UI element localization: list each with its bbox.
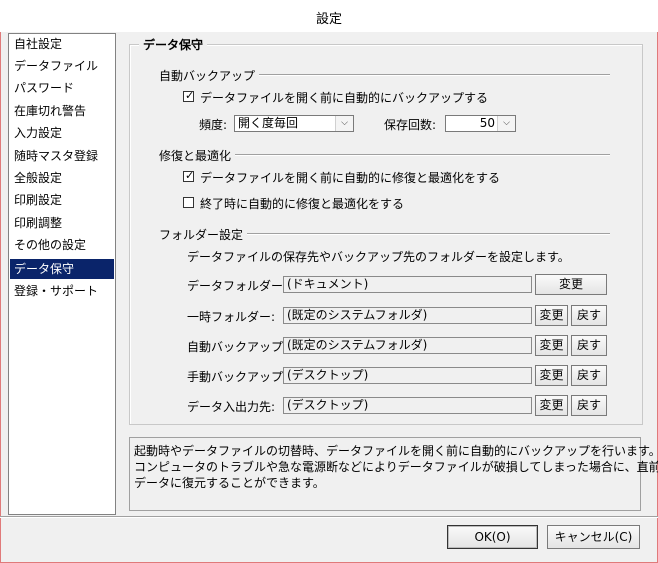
repair-before-open-label: データファイルを開く前に自動的に修復と最適化をする [200,171,501,185]
sidebar-item-print[interactable]: 印刷設定 [10,190,114,210]
data-folder-change-button[interactable]: 変更 [535,274,607,295]
section-auto-backup: 自動バックアップ [159,67,260,84]
sidebar-item-registration[interactable]: 登録・サポート [10,281,114,301]
sidebar-item-master[interactable]: 随時マスタ登録 [10,146,114,166]
chevron-down-icon[interactable]: ⌵ [335,116,353,131]
data-folder-path: (ドキュメント) [283,276,532,293]
cancel-button[interactable]: キャンセル(C) [547,525,640,549]
check-icon: ✓ [185,89,195,102]
manual-backup-folder-reset-button[interactable]: 戻す [571,365,607,386]
sidebar-item-company[interactable]: 自社設定 [10,34,114,54]
auto-backup-folder-reset-button[interactable]: 戻す [571,335,607,356]
retain-count-value: 50 [479,116,495,130]
help-text-line: コンピュータのトラブルや急な電源断などによりデータファイルが破損してしまった場合… [134,460,658,474]
data-io-folder-change-button[interactable]: 変更 [535,395,568,416]
temp-folder-path: (既定のシステムフォルダ) [283,307,532,324]
frequency-label: 頻度: [199,118,228,132]
sidebar-item-input[interactable]: 入力設定 [10,123,114,143]
manual-backup-folder-label: 手動バックアップ: [187,370,288,384]
sidebar-item-stock-warning[interactable]: 在庫切れ警告 [10,101,114,121]
auto-backup-folder-label: 自動バックアップ: [187,340,288,354]
settings-category-list[interactable]: 自社設定 データファイル パスワード 在庫切れ警告 入力設定 随時マスタ登録 全… [8,33,116,515]
sidebar-item-data-maintenance[interactable]: データ保守 [10,259,114,279]
repair-on-exit-label: 終了時に自動的に修復と最適化をする [200,197,405,211]
sidebar-item-password[interactable]: パスワード [10,78,114,98]
auto-backup-checkbox[interactable]: ✓ [183,89,195,102]
data-io-folder-label: データ入出力先: [187,400,276,414]
window-title: 設定 [315,12,342,27]
temp-folder-label: 一時フォルダー: [187,310,276,324]
retain-count-label: 保存回数: [384,118,437,132]
help-text-line: データに復元することができます。 [134,476,325,490]
title-bar: 設定 [0,0,658,32]
data-io-folder-path: (デスクトップ) [283,397,532,414]
sidebar-item-print-adjust[interactable]: 印刷調整 [10,213,114,233]
section-folders: フォルダー設定 [159,226,248,243]
ok-button[interactable]: OK(O) [447,525,538,549]
data-folder-label: データフォルダー: [187,279,288,293]
help-text-line: 起動時やデータファイルの切替時、データファイルを開く前に自動的にバックアップを行… [134,444,658,458]
sidebar-item-general[interactable]: 全般設定 [10,168,114,188]
help-description: 起動時やデータファイルの切替時、データファイルを開く前に自動的にバックアップを行… [129,437,658,511]
footer-divider [0,516,658,518]
folders-description: データファイルの保存先やバックアップ先のフォルダーを設定します。 [187,250,570,264]
sidebar-item-other[interactable]: その他の設定 [10,235,114,255]
auto-backup-label: データファイルを開く前に自動的にバックアップする [200,91,489,105]
sidebar-item-data-file[interactable]: データファイル [10,56,114,76]
manual-backup-folder-path: (デスクトップ) [283,367,532,384]
repair-on-exit-checkbox[interactable] [183,197,194,208]
auto-backup-folder-path: (既定のシステムフォルダ) [283,337,532,354]
chevron-down-icon[interactable]: ⌵ [497,116,515,131]
check-icon: ✓ [185,169,195,182]
temp-folder-reset-button[interactable]: 戻す [571,305,607,326]
auto-backup-folder-change-button[interactable]: 変更 [535,335,568,356]
group-title: データ保守 [139,36,208,53]
manual-backup-folder-change-button[interactable]: 変更 [535,365,568,386]
retain-count-select[interactable]: 50 ⌵ [445,115,516,132]
section-repair: 修復と最適化 [159,147,236,164]
temp-folder-change-button[interactable]: 変更 [535,305,568,326]
frequency-select[interactable]: 開く度毎回 ⌵ [234,115,354,132]
frequency-value: 開く度毎回 [238,116,299,130]
data-io-folder-reset-button[interactable]: 戻す [571,395,607,416]
repair-before-open-checkbox[interactable]: ✓ [183,169,195,182]
